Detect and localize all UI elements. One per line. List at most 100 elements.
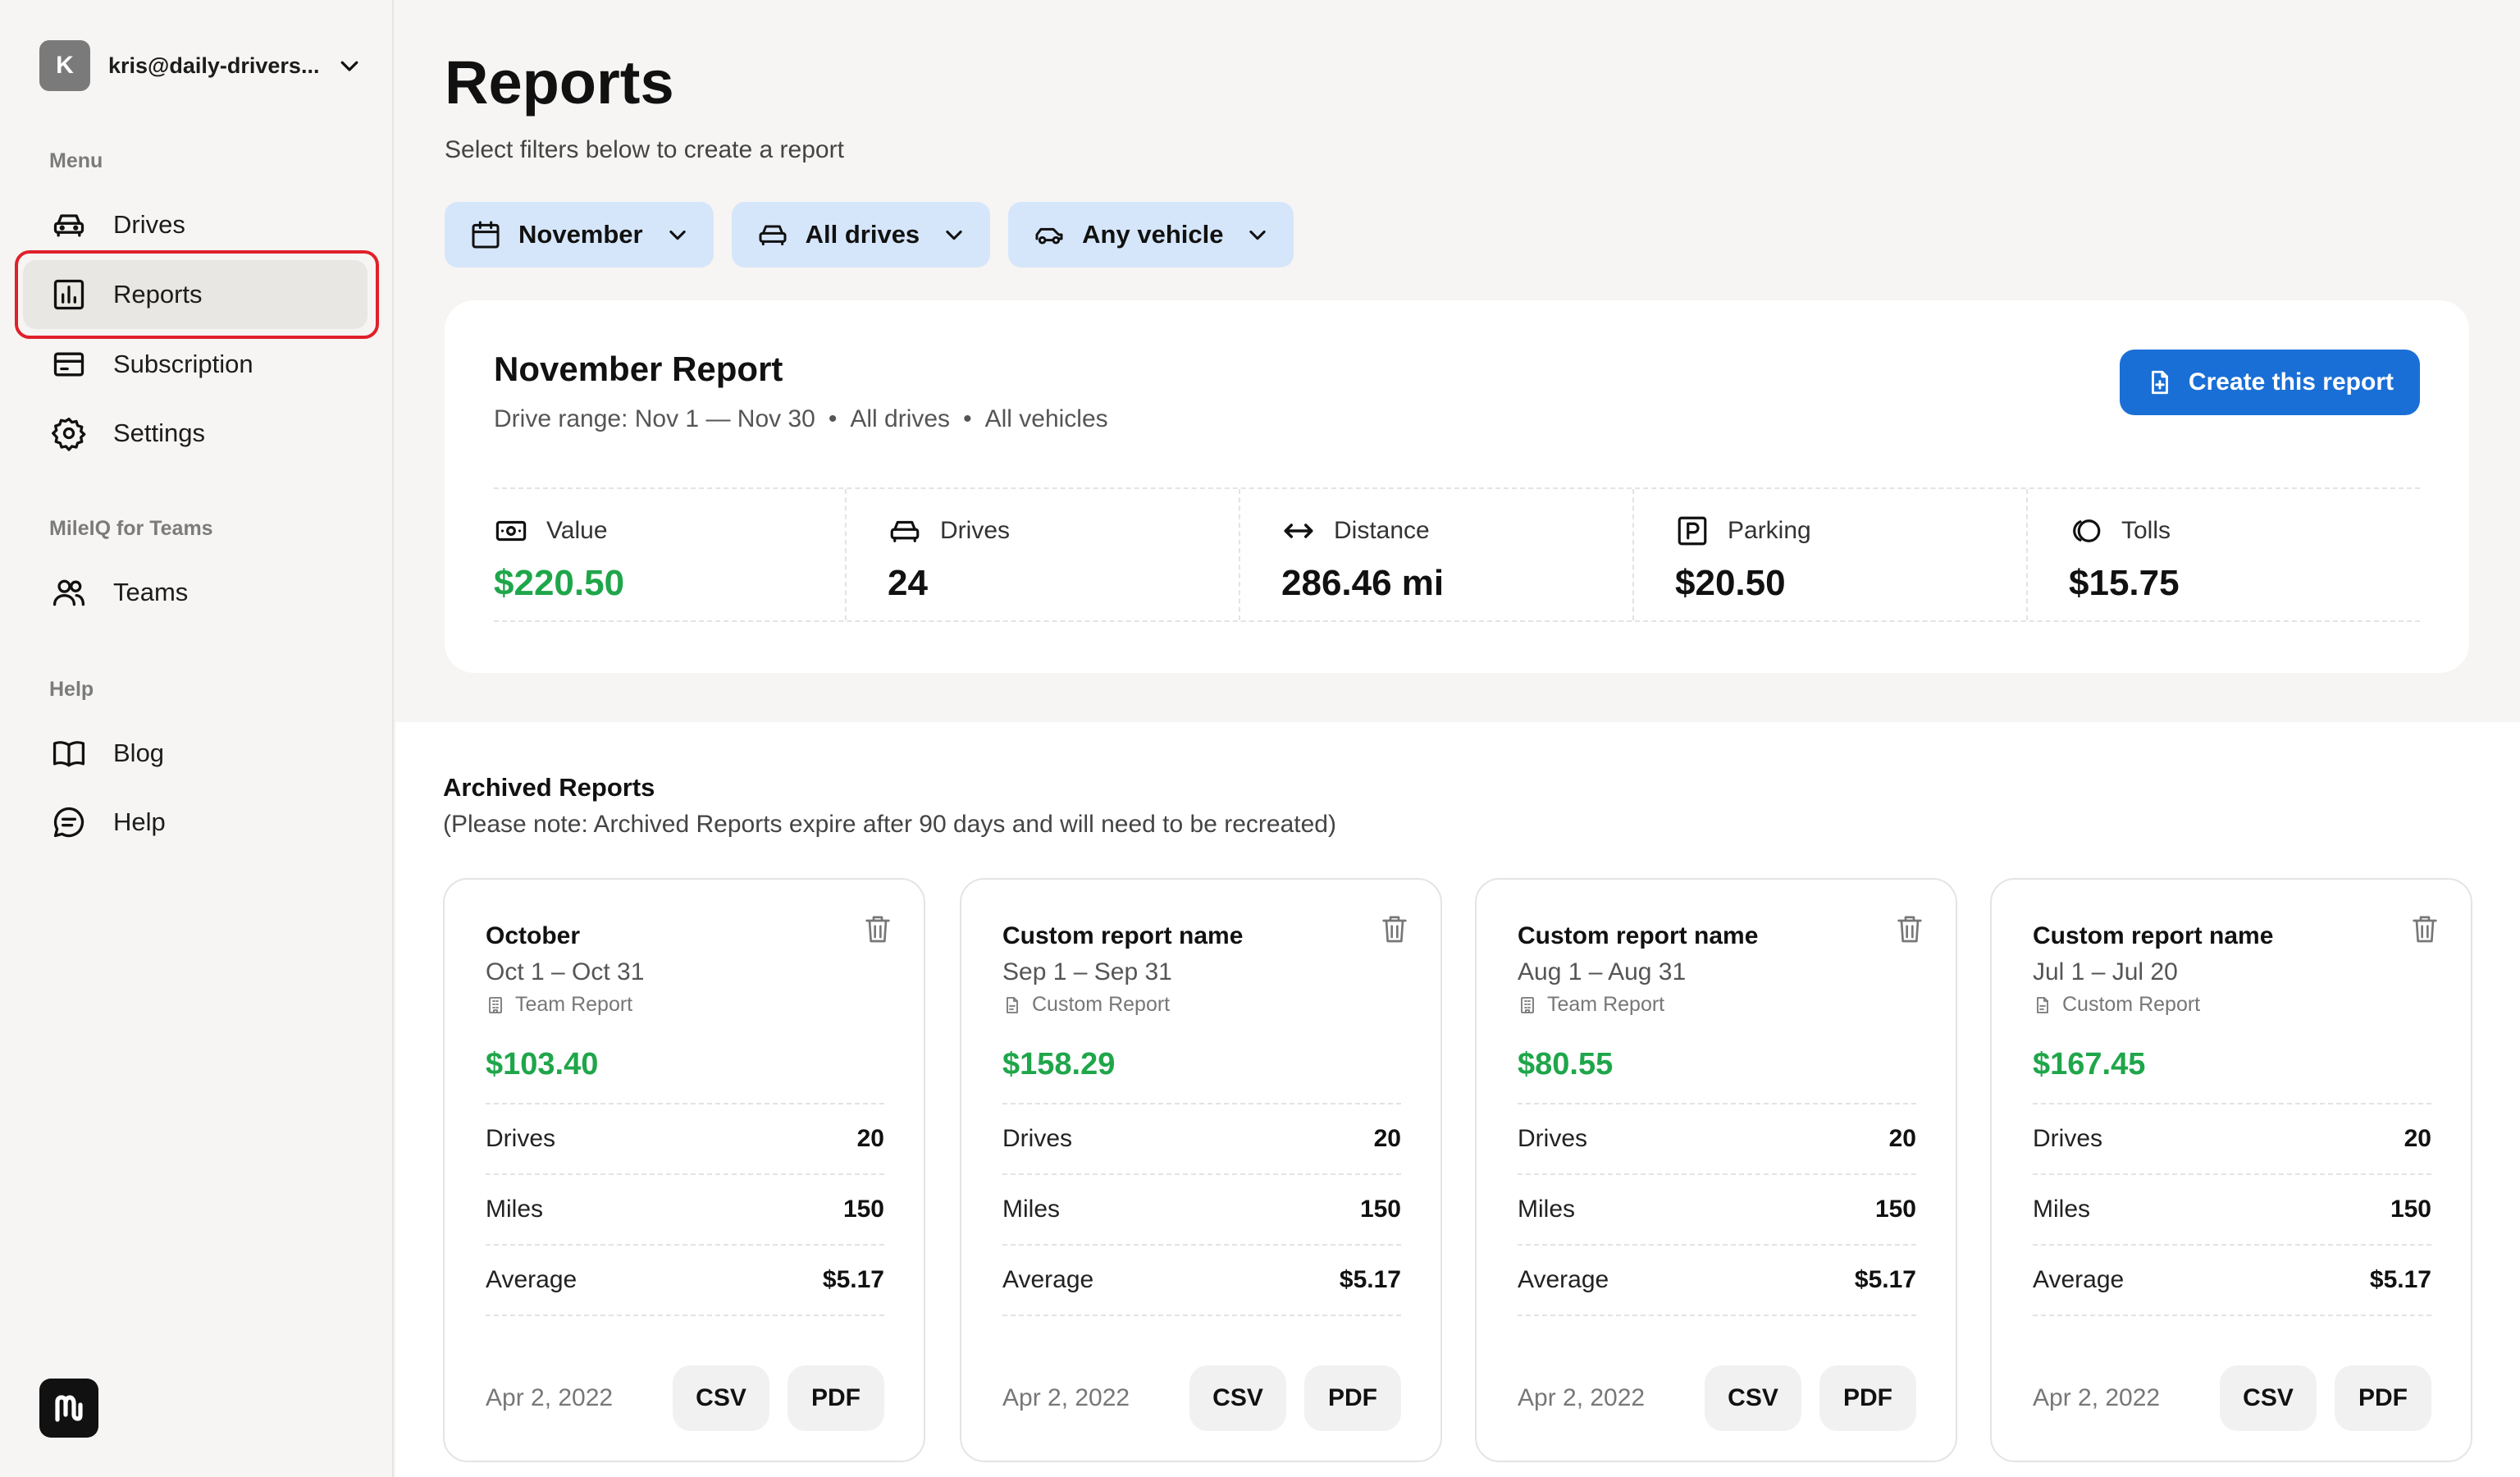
archived-report-range: Aug 1 – Aug 31 <box>1518 958 1687 985</box>
archived-report-card[interactable]: Custom report name Sep 1 – Sep 31 Custom… <box>960 878 1442 1462</box>
filter-bar: November All drives Any vehicle <box>445 202 1294 268</box>
account-switcher[interactable]: K kris@daily-drivers... <box>39 40 362 91</box>
sidebar-item-reports[interactable]: Reports <box>23 260 368 329</box>
archived-report-type: Team Report <box>486 993 632 1017</box>
book-icon <box>52 741 85 767</box>
archived-report-footer: Apr 2, 2022 CSV PDF <box>1518 1365 1916 1431</box>
archived-report-name: Custom report name <box>2033 922 2274 949</box>
file-plus-icon <box>2152 370 2168 395</box>
detail-row-miles: Miles 150 <box>1002 1175 1401 1246</box>
download-pdf-button[interactable]: PDF <box>788 1365 884 1431</box>
report-range: Drive range: Nov 1 — Nov 30 <box>494 405 815 432</box>
create-report-button[interactable]: Create this report <box>2119 350 2420 415</box>
detail-value: 20 <box>1373 1125 1401 1152</box>
detail-label: Miles <box>486 1196 544 1223</box>
detail-value: $5.17 <box>1339 1266 1401 1293</box>
archived-report-amount: $167.45 <box>2033 1047 2146 1081</box>
sidebar-item-label: Settings <box>113 418 206 447</box>
sidebar-item-settings[interactable]: Settings <box>23 399 368 468</box>
detail-value: 20 <box>1888 1125 1916 1152</box>
download-csv-button[interactable]: CSV <box>1705 1365 1801 1431</box>
trash-icon[interactable] <box>1893 911 1926 947</box>
drives-filter-dropdown[interactable]: All drives <box>731 202 991 268</box>
money-icon <box>495 520 527 542</box>
detail-value: 150 <box>842 1196 884 1223</box>
archived-report-type: Custom Report <box>2033 993 2200 1017</box>
report-title: November Report <box>494 350 783 388</box>
archived-report-footer: Apr 2, 2022 CSV PDF <box>2033 1365 2431 1431</box>
archived-report-footer: Apr 2, 2022 CSV PDF <box>1002 1365 1401 1431</box>
detail-row-drives: Drives 20 <box>1002 1104 1401 1175</box>
archived-report-card[interactable]: Custom report name Aug 1 – Aug 31 Team R… <box>1475 878 1957 1462</box>
report-type-label: Team Report <box>1547 993 1665 1016</box>
gear-icon <box>52 417 86 451</box>
archived-reports-section: Archived Reports (Please note: Archived … <box>395 722 2520 1477</box>
filter-label: Any vehicle <box>1082 220 1224 249</box>
create-report-label: Create this report <box>2188 368 2394 396</box>
chevron-down-icon <box>669 230 686 240</box>
sidebar-item-label: Teams <box>113 578 189 606</box>
archived-report-date: Apr 2, 2022 <box>1518 1384 1646 1411</box>
archived-report-range: Sep 1 – Sep 31 <box>1002 958 1172 985</box>
sidebar-item-label: Blog <box>113 738 165 767</box>
document-icon <box>1007 996 1018 1013</box>
teams-section-label: MileIQ for Teams <box>49 517 213 540</box>
detail-value: 20 <box>856 1125 884 1152</box>
report-meta: Drive range: Nov 1 — Nov 30 • All drives… <box>494 405 1108 433</box>
archived-report-details: Drives 20 Miles 150 Average $5.17 <box>2033 1103 2431 1316</box>
detail-value: $5.17 <box>1854 1266 1916 1293</box>
archived-report-amount: $80.55 <box>1518 1047 1614 1081</box>
mileiq-logo <box>39 1379 98 1438</box>
stat-number: $20.50 <box>1675 563 1786 603</box>
stat-label: Value <box>546 517 608 544</box>
archived-report-footer: Apr 2, 2022 CSV PDF <box>486 1365 884 1431</box>
download-csv-button[interactable]: CSV <box>673 1365 769 1431</box>
archived-report-card[interactable]: October Oct 1 – Oct 31 Team Report $103.… <box>443 878 925 1462</box>
stat-value: Value $220.50 <box>494 489 847 620</box>
sidebar-item-blog[interactable]: Blog <box>23 719 368 788</box>
detail-label: Average <box>1002 1266 1094 1293</box>
archived-title: Archived Reports <box>443 773 655 802</box>
download-pdf-button[interactable]: PDF <box>2335 1365 2431 1431</box>
trash-icon[interactable] <box>1378 911 1411 947</box>
sidebar: K kris@daily-drivers... Menu Drives Repo… <box>0 0 394 1477</box>
report-type-label: Team Report <box>515 993 633 1016</box>
detail-row-average: Average $5.17 <box>1518 1246 1916 1316</box>
detail-value: 20 <box>2404 1125 2431 1152</box>
archived-report-card[interactable]: Custom report name Jul 1 – Jul 20 Custom… <box>1990 878 2472 1462</box>
sidebar-item-teams[interactable]: Teams <box>23 558 368 627</box>
stat-distance: Distance 286.46 mi <box>1240 489 1634 620</box>
stat-label: Parking <box>1728 517 1811 544</box>
chevron-down-icon <box>946 230 962 240</box>
download-csv-button[interactable]: CSV <box>1189 1365 1286 1431</box>
page-title: Reports <box>445 48 674 117</box>
archived-report-type: Custom Report <box>1002 993 1170 1017</box>
download-csv-button[interactable]: CSV <box>2220 1365 2317 1431</box>
vehicle-filter-dropdown[interactable]: Any vehicle <box>1008 202 1294 268</box>
trash-icon[interactable] <box>2408 911 2441 947</box>
detail-label: Drives <box>1002 1125 1073 1152</box>
detail-label: Drives <box>486 1125 556 1152</box>
sidebar-item-label: Drives <box>113 210 185 239</box>
month-filter-dropdown[interactable]: November <box>445 202 714 268</box>
meta-separator: • <box>828 405 838 432</box>
sidebar-item-drives[interactable]: Drives <box>23 190 368 259</box>
download-pdf-button[interactable]: PDF <box>1304 1365 1401 1431</box>
help-section-label: Help <box>49 678 94 701</box>
sidebar-item-help[interactable]: Help <box>23 788 368 857</box>
arrows-horizontal-icon <box>1284 524 1313 538</box>
chevron-down-icon <box>1249 230 1267 240</box>
toll-icon <box>2073 519 2101 542</box>
stat-number: $220.50 <box>494 563 625 603</box>
detail-row-average: Average $5.17 <box>486 1246 884 1316</box>
stat-drives: Drives 24 <box>847 489 1240 620</box>
download-pdf-button[interactable]: PDF <box>1819 1365 1916 1431</box>
detail-label: Miles <box>1002 1196 1061 1223</box>
archived-report-name: October <box>486 922 581 949</box>
document-icon <box>2037 996 2048 1013</box>
archived-report-date: Apr 2, 2022 <box>1002 1384 1130 1411</box>
sidebar-item-subscription[interactable]: Subscription <box>23 330 368 399</box>
trash-icon[interactable] <box>861 911 894 947</box>
archived-report-type: Team Report <box>1518 993 1664 1017</box>
avatar: K <box>39 40 90 91</box>
